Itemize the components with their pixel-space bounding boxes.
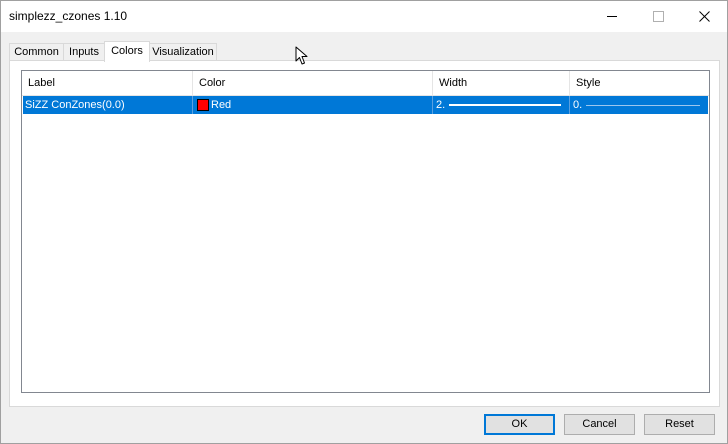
ok-button[interactable]: OK — [484, 414, 555, 435]
close-button[interactable] — [681, 1, 727, 32]
column-header-label[interactable]: Label — [22, 71, 193, 95]
row-style-value: 0. — [573, 99, 583, 111]
maximize-icon — [652, 11, 664, 22]
row-color-cell[interactable]: Red — [193, 96, 433, 114]
width-line-preview — [449, 104, 561, 106]
column-header-width[interactable]: Width — [433, 71, 570, 95]
row-width-value: 2. — [436, 99, 446, 111]
tab-common[interactable]: Common — [9, 43, 64, 61]
column-header-style[interactable]: Style — [570, 71, 709, 95]
list-header: Label Color Width Style — [22, 71, 709, 96]
tab-inputs[interactable]: Inputs — [63, 43, 105, 61]
reset-button[interactable]: Reset — [644, 414, 715, 435]
color-swatch — [197, 99, 209, 111]
colors-list[interactable]: Label Color Width Style SiZZ ConZones(0.… — [21, 70, 710, 393]
tab-visualization[interactable]: Visualization — [149, 43, 217, 61]
dialog-window: simplezz_czones 1.10 Common Inputs Color… — [0, 0, 728, 444]
row-style-cell[interactable]: 0. — [570, 96, 708, 114]
window-title: simplezz_czones 1.10 — [9, 9, 128, 23]
minimize-button[interactable] — [589, 1, 635, 32]
row-width-cell[interactable]: 2. — [433, 96, 570, 114]
close-icon — [698, 11, 710, 22]
maximize-button[interactable] — [635, 1, 681, 32]
tab-colors[interactable]: Colors — [104, 41, 150, 62]
table-row[interactable]: SiZZ ConZones(0.0) Red 2. 0. — [23, 96, 708, 114]
row-label: SiZZ ConZones(0.0) — [23, 96, 193, 114]
minimize-icon — [607, 16, 617, 17]
cancel-button[interactable]: Cancel — [564, 414, 635, 435]
row-color-name: Red — [211, 99, 232, 111]
style-line-preview — [586, 105, 700, 106]
colors-tab-panel: Label Color Width Style SiZZ ConZones(0.… — [9, 60, 720, 407]
column-header-color[interactable]: Color — [193, 71, 433, 95]
title-bar[interactable]: simplezz_czones 1.10 — [1, 1, 727, 32]
mouse-cursor-icon — [295, 46, 308, 65]
